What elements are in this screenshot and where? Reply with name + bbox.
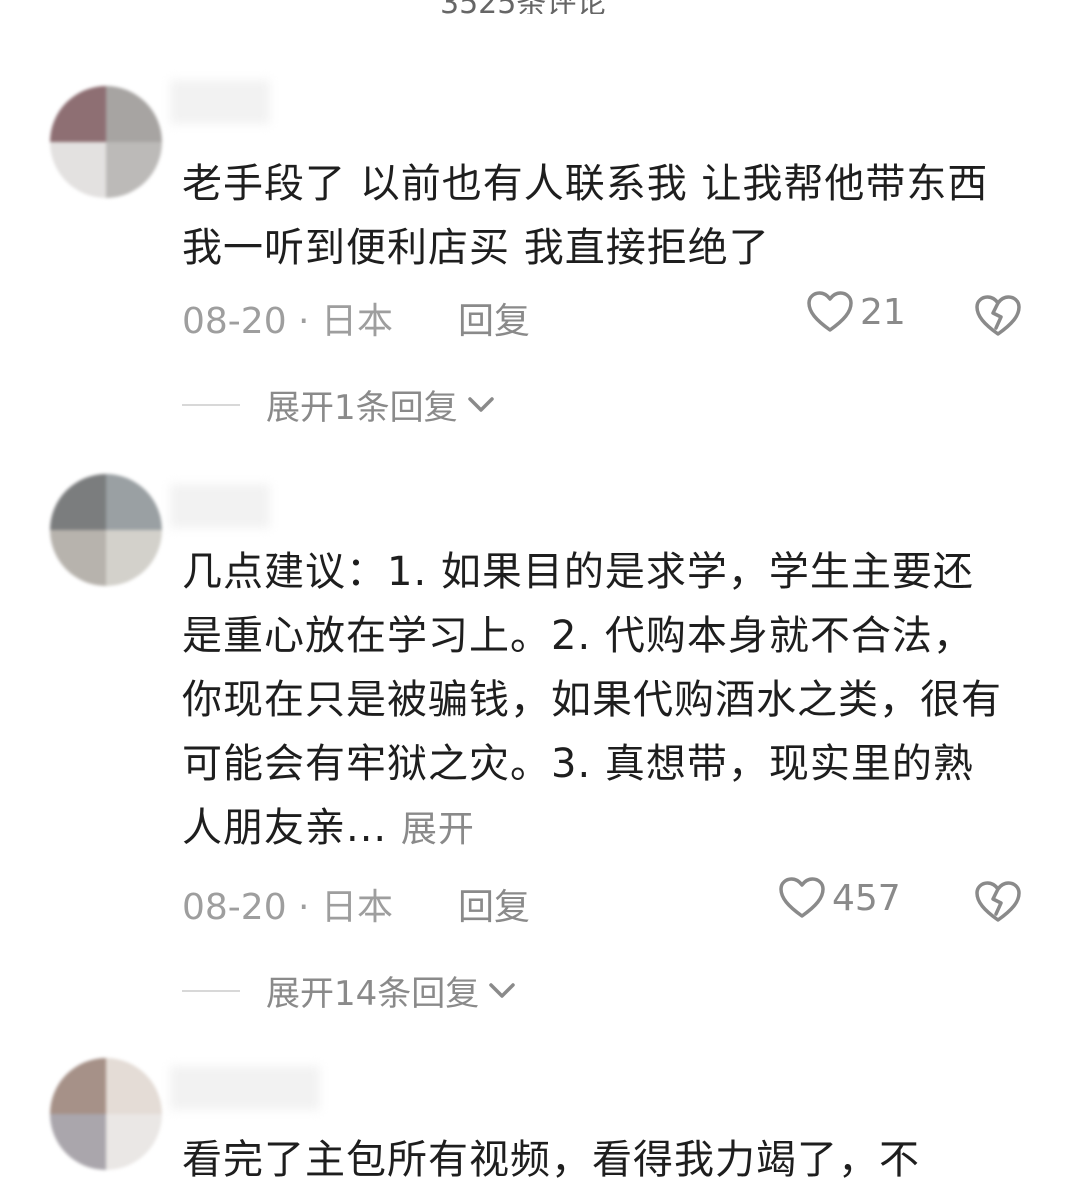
avatar-pixel	[50, 1058, 106, 1114]
header-cut-off: 3525条评论	[0, 0, 1076, 14]
avatar-pixel	[106, 142, 162, 198]
divider-line	[182, 403, 240, 406]
avatar[interactable]	[50, 474, 162, 586]
like-count: 457	[832, 877, 901, 919]
expand-replies-button[interactable]: 展开14条回复	[182, 966, 517, 1015]
heart-outline-icon	[807, 291, 853, 332]
chevron-down-icon	[489, 982, 516, 998]
avatar-pixel	[106, 530, 162, 586]
comment-body: 老手段了 以前也有人联系我 让我帮他带东西 我一听到便利店买 我直接拒绝了	[182, 161, 989, 271]
avatar-pixel	[50, 1114, 106, 1170]
username-blurred[interactable]	[170, 1066, 320, 1110]
username-blurred[interactable]	[170, 80, 270, 124]
avatar-pixel	[106, 1114, 162, 1170]
broken-heart-icon[interactable]	[974, 880, 1022, 924]
expand-replies-button[interactable]: 展开1条回复	[182, 380, 496, 429]
reply-button[interactable]: 回复	[458, 878, 530, 930]
like-count: 21	[860, 291, 906, 333]
comment-body: 看完了主包所有视频，看得我力竭了，不	[182, 1137, 920, 1183]
like-button[interactable]: 457	[778, 876, 901, 920]
expand-replies-label: 展开14条回复	[266, 974, 480, 1014]
comment-text: 老手段了 以前也有人联系我 让我帮他带东西 我一听到便利店买 我直接拒绝了	[182, 152, 1042, 280]
avatar-pixel	[50, 530, 106, 586]
avatar-pixel	[50, 86, 106, 142]
comment-date-location: 08-20 · 日本	[182, 887, 393, 928]
reply-button[interactable]: 回复	[458, 292, 530, 344]
like-button[interactable]: 21	[806, 290, 906, 334]
comment-body: 几点建议：1. 如果目的是求学，学生主要还是重心放在学习上。2. 代购本身就不合…	[182, 549, 1002, 851]
broken-heart-icon[interactable]	[974, 294, 1022, 338]
comment-text: 几点建议：1. 如果目的是求学，学生主要还是重心放在学习上。2. 代购本身就不合…	[182, 540, 1002, 862]
username-blurred[interactable]	[170, 484, 270, 528]
avatar-pixel	[50, 474, 106, 530]
divider-line	[182, 989, 240, 992]
heart-outline-icon	[779, 877, 825, 918]
comment-text: 看完了主包所有视频，看得我力竭了，不	[182, 1128, 1042, 1196]
chevron-down-icon	[467, 396, 494, 412]
avatar-pixel	[106, 86, 162, 142]
avatar[interactable]	[50, 1058, 162, 1170]
expand-replies-label: 展开1条回复	[266, 388, 458, 428]
avatar-pixel	[50, 142, 106, 198]
avatar-pixel	[106, 474, 162, 530]
expand-text-button[interactable]: 展开	[401, 809, 475, 850]
avatar[interactable]	[50, 86, 162, 198]
comment-date-location: 08-20 · 日本	[182, 301, 393, 342]
avatar-pixel	[106, 1058, 162, 1114]
